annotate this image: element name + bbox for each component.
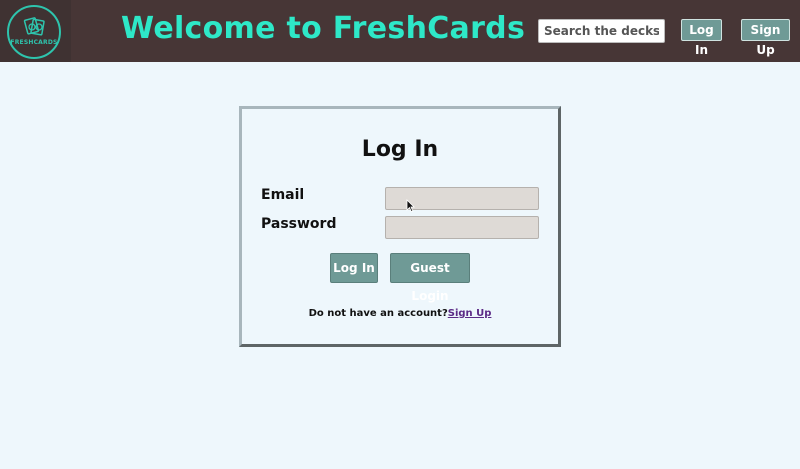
signup-prompt: Do not have an account?Sign Up xyxy=(242,308,558,319)
login-card: Log In Email Password Log In Guest Login… xyxy=(239,106,561,347)
top-navbar: FRESHCARDS Welcome to FreshCards Log In … xyxy=(0,0,800,62)
search-input[interactable] xyxy=(538,19,665,43)
nav-login-button[interactable]: Log In xyxy=(681,19,722,57)
logo[interactable]: FRESHCARDS xyxy=(0,0,71,62)
signup-link[interactable]: Sign Up xyxy=(448,308,492,319)
password-label: Password xyxy=(261,216,337,232)
freshcards-logo-icon: FRESHCARDS xyxy=(7,5,61,59)
cards-glasses-icon xyxy=(23,17,45,36)
mouse-pointer-icon xyxy=(406,199,415,213)
no-account-text: Do not have an account? xyxy=(308,308,448,319)
email-label: Email xyxy=(261,187,305,203)
login-title: Log In xyxy=(361,137,439,162)
site-title: Welcome to FreshCards xyxy=(121,11,526,46)
password-field[interactable] xyxy=(385,216,539,239)
login-button[interactable]: Log In xyxy=(330,253,378,283)
logo-text: FRESHCARDS xyxy=(10,39,58,46)
nav-signup-button[interactable]: Sign Up xyxy=(741,19,790,57)
guest-login-button[interactable]: Guest Login xyxy=(390,253,470,303)
